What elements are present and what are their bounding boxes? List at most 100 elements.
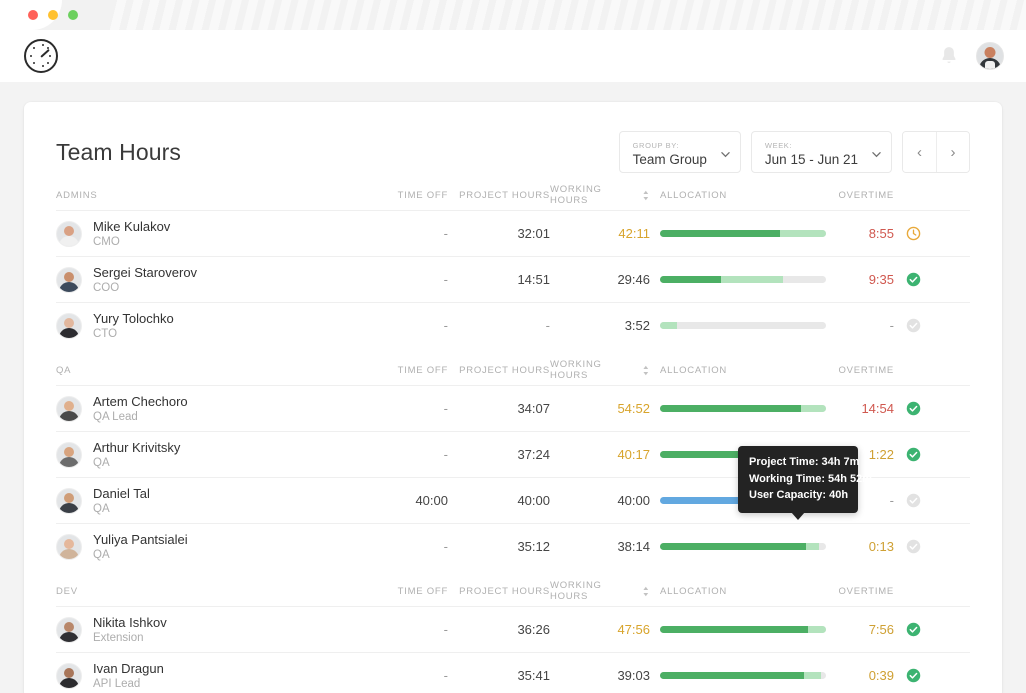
avatar: [56, 488, 82, 514]
everhour-clock-logo[interactable]: [24, 39, 58, 73]
avatar: [56, 663, 82, 689]
avatar-body: [59, 282, 79, 293]
table-row[interactable]: Artem ChechoroQA Lead-34:0754:5214:54: [56, 385, 970, 431]
avatar-body: [59, 678, 79, 689]
clock-tick-icon: [30, 55, 32, 57]
bell-icon[interactable]: [940, 46, 958, 66]
group-by-label: GROUP BY:: [633, 141, 729, 151]
cell-time-off: 40:00: [356, 493, 448, 508]
allocation-bar[interactable]: [660, 322, 826, 329]
column-header-working-hours[interactable]: WORKING HOURS: [550, 359, 650, 381]
avatar: [56, 221, 82, 247]
person-cell[interactable]: Sergei StaroverovCOO: [56, 265, 356, 295]
tooltip-working-time: Working Time: 54h 52m: [749, 471, 848, 488]
person-cell[interactable]: Nikita IshkovExtension: [56, 615, 356, 645]
person-name: Ivan Dragun: [93, 661, 164, 676]
card-header: Team Hours GROUP BY: Team Group WEEK: Ju…: [24, 102, 1002, 180]
table-section: DEVTIME OFFPROJECT HOURSWORKING HOURSALL…: [56, 576, 970, 693]
maximize-window-button[interactable]: [68, 10, 78, 20]
allocation-bar[interactable]: [660, 405, 826, 412]
cell-overtime: 8:55: [822, 226, 894, 241]
app-topbar: [0, 30, 1026, 82]
sort-icon[interactable]: [642, 190, 650, 201]
person-role: QA: [93, 456, 180, 470]
person-role: QA: [93, 548, 188, 562]
approved-check-icon[interactable]: [906, 272, 921, 287]
minimize-window-button[interactable]: [48, 10, 58, 20]
user-avatar[interactable]: [976, 42, 1004, 70]
tooltip-user-capacity: User Capacity: 40h: [749, 487, 848, 504]
column-header-working-hours-label: WORKING HOURS: [550, 580, 638, 602]
section-title: ADMINS: [56, 190, 356, 201]
column-header-working-hours[interactable]: WORKING HOURS: [550, 184, 650, 206]
approved-check-icon[interactable]: [906, 447, 921, 462]
cell-status[interactable]: [894, 622, 932, 637]
person-cell[interactable]: Artem ChechoroQA Lead: [56, 394, 356, 424]
inactive-check-icon[interactable]: [906, 318, 921, 333]
cell-allocation: [650, 276, 822, 283]
allocation-bar[interactable]: [660, 230, 826, 237]
week-value: Jun 15 - Jun 21: [765, 151, 880, 168]
week-select[interactable]: WEEK: Jun 15 - Jun 21: [751, 131, 892, 173]
cell-time-off: -: [356, 668, 448, 683]
column-header-time-off: TIME OFF: [356, 586, 448, 597]
cell-time-off: -: [356, 318, 448, 333]
allocation-working-segment: [780, 230, 826, 237]
close-window-button[interactable]: [28, 10, 38, 20]
clock-tick-icon: [42, 65, 44, 67]
previous-week-button[interactable]: ‹: [903, 132, 936, 172]
table-row[interactable]: Sergei StaroverovCOO-14:5129:469:35: [56, 256, 970, 302]
inactive-check-icon[interactable]: [906, 539, 921, 554]
section-header-row: QATIME OFFPROJECT HOURSWORKING HOURSALLO…: [56, 355, 970, 385]
table-row[interactable]: Ivan DragunAPI Lead-35:4139:030:39: [56, 652, 970, 693]
clock-tick-icon: [47, 62, 49, 64]
sort-icon[interactable]: [642, 586, 650, 597]
section-header-row: ADMINSTIME OFFPROJECT HOURSWORKING HOURS…: [56, 180, 970, 210]
table-row[interactable]: Yury TolochkoCTO--3:52-: [56, 302, 970, 348]
cell-status[interactable]: [894, 447, 932, 462]
approved-check-icon[interactable]: [906, 668, 921, 683]
next-week-button[interactable]: ›: [936, 132, 969, 172]
person-cell[interactable]: Yuliya PantsialeiQA: [56, 532, 356, 562]
person-cell[interactable]: Ivan DragunAPI Lead: [56, 661, 356, 691]
cell-status[interactable]: [894, 272, 932, 287]
person-name: Yury Tolochko: [93, 311, 174, 326]
avatar-head: [64, 447, 74, 457]
person-role: QA Lead: [93, 410, 188, 424]
column-header-time-off: TIME OFF: [356, 365, 448, 376]
inactive-check-icon[interactable]: [906, 493, 921, 508]
column-header-working-hours[interactable]: WORKING HOURS: [550, 580, 650, 602]
cell-status[interactable]: [894, 668, 932, 683]
cell-working-hours: 38:14: [550, 539, 650, 554]
cell-working-hours: 3:52: [550, 318, 650, 333]
person-cell[interactable]: Mike KulakovCMO: [56, 219, 356, 249]
person-cell[interactable]: Daniel TalQA: [56, 486, 356, 516]
cell-status[interactable]: [894, 539, 932, 554]
avatar-body: [59, 549, 79, 560]
cell-status[interactable]: [894, 226, 932, 241]
group-by-select[interactable]: GROUP BY: Team Group: [619, 131, 741, 173]
person-role: COO: [93, 281, 197, 295]
avatar: [56, 617, 82, 643]
table-row[interactable]: Yuliya PantsialeiQA-35:1238:140:13: [56, 523, 970, 569]
person-text: Artem ChechoroQA Lead: [93, 394, 188, 424]
allocation-bar[interactable]: [660, 672, 826, 679]
person-cell[interactable]: Arthur KrivitskyQA: [56, 440, 356, 470]
person-cell[interactable]: Yury TolochkoCTO: [56, 311, 356, 341]
allocation-working-segment: [806, 543, 819, 550]
table-row[interactable]: Nikita IshkovExtension-36:2647:567:56: [56, 606, 970, 652]
cell-status[interactable]: [894, 493, 932, 508]
person-role: Extension: [93, 631, 167, 645]
cell-status[interactable]: [894, 401, 932, 416]
allocation-bar[interactable]: [660, 626, 826, 633]
cell-working-hours: 47:56: [550, 622, 650, 637]
sort-icon[interactable]: [642, 365, 650, 376]
cell-overtime: -: [822, 318, 894, 333]
approved-check-icon[interactable]: [906, 622, 921, 637]
avatar-head: [64, 668, 74, 678]
allocation-bar[interactable]: [660, 543, 826, 550]
approved-check-icon[interactable]: [906, 401, 921, 416]
table-row[interactable]: Mike KulakovCMO-32:0142:118:55: [56, 210, 970, 256]
cell-status[interactable]: [894, 318, 932, 333]
allocation-bar[interactable]: [660, 276, 826, 283]
